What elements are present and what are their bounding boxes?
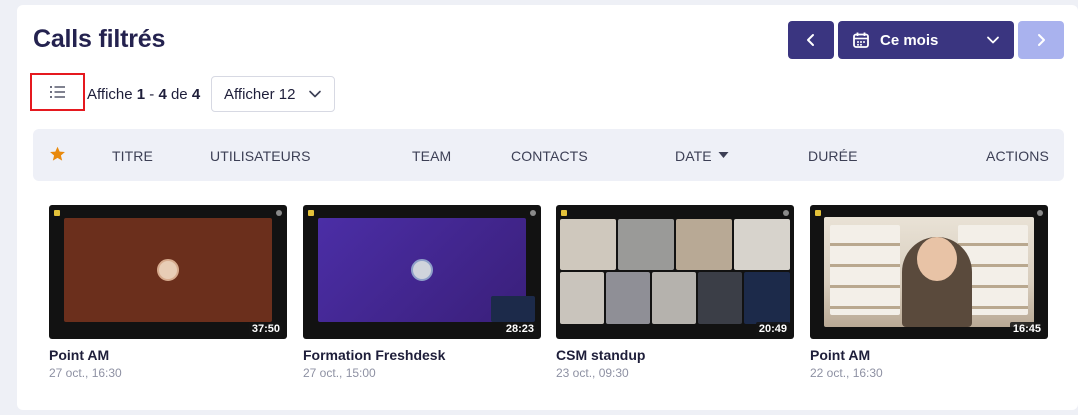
pagination-start: 1 <box>136 86 146 103</box>
per-page-select[interactable]: Afficher 12 <box>211 76 335 112</box>
column-header-utilisateurs[interactable]: UTILISATEURS <box>210 148 311 164</box>
participant-tile <box>560 219 616 270</box>
participant-tile <box>560 272 604 324</box>
call-duration: 28:23 <box>502 322 537 336</box>
list-view-toggle[interactable] <box>30 73 85 111</box>
chevron-down-icon <box>987 36 999 44</box>
pagination-summary: Affiche 1 - 4 de 4 <box>87 86 200 103</box>
chevron-right-icon <box>1038 34 1045 46</box>
pagination-prefix: Affiche <box>87 86 133 103</box>
participant-face <box>917 237 957 281</box>
participant-tile <box>618 219 674 270</box>
call-card[interactable]: 28:23 Formation Freshdesk 27 oct., 15:00 <box>303 205 541 380</box>
recorder-badge-icon <box>54 210 60 216</box>
recorder-badge-icon <box>561 210 567 216</box>
sort-desc-icon[interactable] <box>718 151 729 159</box>
recorder-badge-icon <box>815 210 821 216</box>
call-thumbnail[interactable]: 37:50 <box>49 205 287 339</box>
recorder-badge-icon <box>308 210 314 216</box>
expand-icon <box>783 210 789 216</box>
call-title[interactable]: Point AM <box>49 347 287 363</box>
call-card[interactable]: 20:49 CSM standup 23 oct., 09:30 <box>556 205 794 380</box>
participant-tile <box>734 219 790 270</box>
expand-icon <box>276 210 282 216</box>
calendar-icon <box>852 31 870 49</box>
per-page-label: Afficher 12 <box>224 85 296 103</box>
column-header-actions: ACTIONS <box>986 148 1049 164</box>
call-date: 22 oct., 16:30 <box>810 366 883 380</box>
call-thumbnail[interactable]: 28:23 <box>303 205 541 339</box>
call-thumbnail[interactable]: 20:49 <box>556 205 794 339</box>
pagination-end: 4 <box>158 86 167 103</box>
list-icon <box>49 86 65 98</box>
participant-tile <box>676 219 732 270</box>
previous-period-button[interactable] <box>788 21 834 59</box>
call-title[interactable]: CSM standup <box>556 347 794 363</box>
call-date: 27 oct., 15:00 <box>303 366 376 380</box>
expand-icon <box>1037 210 1043 216</box>
call-thumbnail[interactable]: 16:45 <box>810 205 1048 339</box>
star-icon[interactable] <box>49 146 66 162</box>
chevron-left-icon <box>807 34 814 46</box>
pagination-total: 4 <box>191 86 201 103</box>
pagination-separator: - <box>149 86 155 103</box>
call-duration: 16:45 <box>1009 322 1044 336</box>
participant-avatar <box>411 259 433 281</box>
participant-tile <box>652 272 696 324</box>
column-header-duree[interactable]: DURÉE <box>808 148 858 164</box>
participant-tile <box>698 272 742 324</box>
call-duration: 37:50 <box>248 322 283 336</box>
call-title[interactable]: Formation Freshdesk <box>303 347 541 363</box>
column-header-date[interactable]: DATE <box>675 148 712 164</box>
page-title: Calls filtrés <box>33 25 166 53</box>
column-header-titre[interactable]: TITRE <box>112 148 153 164</box>
shared-screen-tile <box>491 296 535 322</box>
call-duration: 20:49 <box>755 322 790 336</box>
participant-avatar <box>157 259 179 281</box>
chevron-down-icon <box>309 90 321 98</box>
shared-screen-tile <box>744 272 790 324</box>
participant-tile <box>606 272 650 324</box>
pagination-of: de <box>170 86 188 103</box>
bookshelf-background <box>830 225 900 315</box>
period-select[interactable]: Ce mois <box>838 21 1014 59</box>
expand-icon <box>530 210 536 216</box>
call-date: 27 oct., 16:30 <box>49 366 122 380</box>
call-card[interactable]: 16:45 Point AM 22 oct., 16:30 <box>810 205 1048 380</box>
column-header-team[interactable]: TEAM <box>412 148 451 164</box>
call-title[interactable]: Point AM <box>810 347 1048 363</box>
call-date: 23 oct., 09:30 <box>556 366 629 380</box>
column-header-contacts[interactable]: CONTACTS <box>511 148 588 164</box>
call-card[interactable]: 37:50 Point AM 27 oct., 16:30 <box>49 205 287 380</box>
next-period-button[interactable] <box>1018 21 1064 59</box>
period-label: Ce mois <box>880 31 939 49</box>
